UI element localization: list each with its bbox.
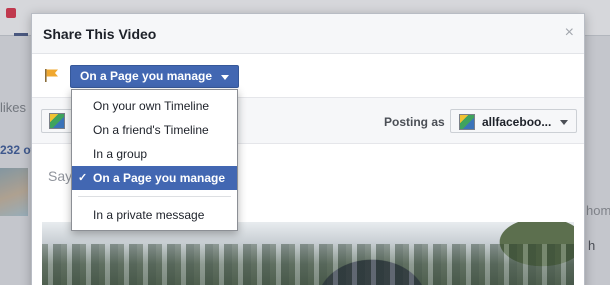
menu-item-friend-timeline[interactable]: On a friend's Timeline (72, 118, 237, 142)
close-icon[interactable]: × (565, 25, 574, 41)
audience-selector-button[interactable] (41, 109, 75, 133)
page-avatar-icon (49, 113, 65, 129)
menu-item-private-message[interactable]: In a private message (72, 203, 237, 227)
menu-item-label: On your own Timeline (93, 99, 210, 113)
page-avatar-icon (459, 114, 475, 130)
posting-as-dropdown[interactable]: allfaceboo... (450, 109, 577, 133)
share-target-label: On a Page you manage (80, 69, 213, 83)
posting-as-label: Posting as (384, 115, 445, 129)
share-target-dropdown[interactable]: On a Page you manage (70, 65, 240, 88)
chevron-down-icon (221, 75, 230, 80)
video-thumbnail (42, 222, 574, 285)
dialog-header: Share This Video × (32, 14, 584, 54)
dialog-title: Share This Video (43, 26, 157, 42)
menu-item-label: On a friend's Timeline (93, 123, 209, 137)
menu-item-own-timeline[interactable]: On your own Timeline (72, 94, 237, 118)
menu-item-label: On a Page you manage (93, 171, 226, 185)
menu-item-label: In a group (93, 147, 148, 161)
composer-input[interactable]: Say (48, 168, 72, 184)
menu-item-group[interactable]: In a group (72, 142, 237, 166)
chevron-down-icon (560, 120, 568, 125)
share-target-menu: On your own Timeline On a friend's Timel… (71, 89, 238, 231)
menu-item-label: In a private message (93, 208, 205, 222)
posting-as-page-name: allfaceboo... (482, 115, 552, 129)
menu-item-page[interactable]: ✓ On a Page you manage (72, 166, 237, 190)
menu-divider (78, 196, 231, 197)
page-flag-icon (45, 69, 58, 82)
check-icon: ✓ (78, 172, 88, 184)
